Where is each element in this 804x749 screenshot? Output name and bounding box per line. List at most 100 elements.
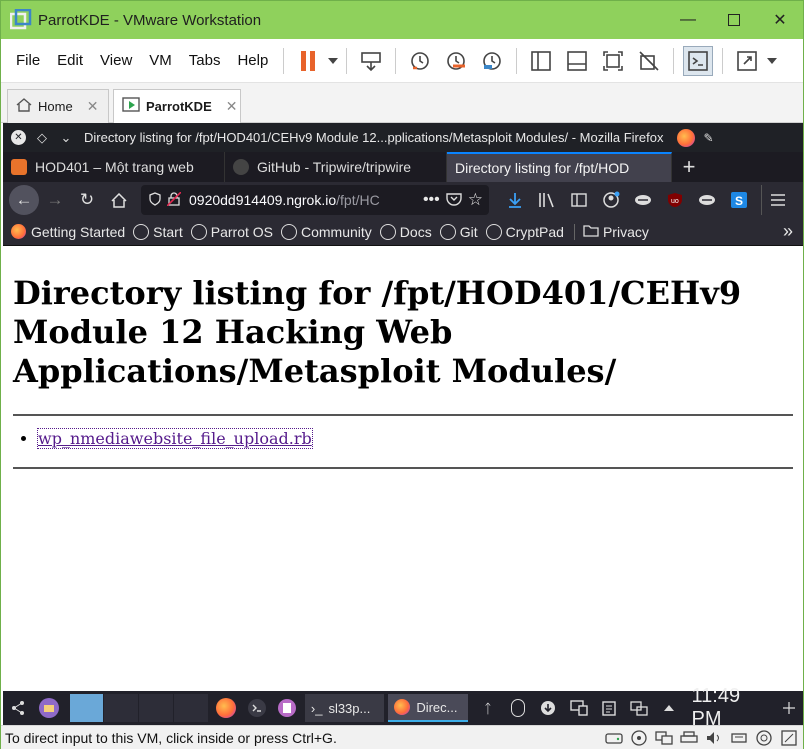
reload-button[interactable]: ↻ <box>71 184 103 216</box>
tab-parrotkde[interactable]: ParrotKDE ✕ <box>113 89 241 123</box>
menu-hamburger-icon[interactable] <box>761 185 793 215</box>
snapshot-revert-icon[interactable] <box>441 46 471 76</box>
xampp-favicon-icon <box>11 159 27 175</box>
new-tab-button[interactable]: + <box>672 152 706 182</box>
display-config-icon[interactable] <box>625 693 653 723</box>
kde-taskbar: ›_ sl33p... Direc... ᛏ 11:49 PM <box>3 685 803 730</box>
downloads-icon[interactable] <box>499 185 531 215</box>
bookmark-cryptpad[interactable]: CryptPad <box>485 223 564 240</box>
globe-icon <box>439 223 456 240</box>
ublock-origin-icon[interactable]: uo <box>659 185 691 215</box>
tab-home-label: Home <box>38 99 73 114</box>
bookmark-docs[interactable]: Docs <box>379 223 432 240</box>
pin-icon[interactable]: ✎ <box>703 131 713 145</box>
dolphin-icon[interactable] <box>35 693 63 723</box>
cd-dvd-icon[interactable] <box>629 729 649 747</box>
snapshot-manager-icon[interactable] <box>477 46 507 76</box>
network-adapter-icon[interactable] <box>654 729 674 747</box>
menu-help[interactable]: Help <box>237 52 268 69</box>
snapshot-take-icon[interactable] <box>405 46 435 76</box>
menu-file[interactable]: File <box>16 52 40 69</box>
home-button[interactable] <box>103 184 135 216</box>
bluetooth-icon[interactable]: ᛏ <box>474 693 502 723</box>
close-icon[interactable]: ✕ <box>11 130 26 145</box>
bookmark-git[interactable]: Git <box>439 223 478 240</box>
bookmark-getting-started[interactable]: Getting Started <box>11 224 125 240</box>
minimize-button[interactable]: — <box>665 1 711 39</box>
tab-directory-listing[interactable]: Directory listing for /fpt/HOD <box>447 152 672 182</box>
console-view-icon[interactable] <box>683 45 714 76</box>
task-terminal[interactable]: ›_ sl33p... <box>304 694 385 722</box>
forward-button[interactable]: → <box>39 184 71 216</box>
firefox-launcher-icon[interactable] <box>212 693 240 723</box>
tracking-protection-shield-icon[interactable] <box>149 191 161 209</box>
unity-mode-icon[interactable] <box>634 46 664 76</box>
hard-disk-icon[interactable] <box>604 729 624 747</box>
close-button[interactable]: ✕ <box>757 1 803 39</box>
extension-parrot-icon[interactable] <box>627 185 659 215</box>
back-button[interactable]: ← <box>9 185 39 215</box>
tab-parrotkde-close-icon[interactable]: ✕ <box>226 98 238 115</box>
message-log-icon[interactable] <box>779 729 799 747</box>
menu-tabs[interactable]: Tabs <box>189 52 221 69</box>
power-dropdown-chevron-icon[interactable] <box>326 46 340 76</box>
send-ctrl-alt-del-icon[interactable] <box>356 46 386 76</box>
chevron-down-icon[interactable]: ⌄ <box>58 130 74 146</box>
page-actions-icon[interactable]: ••• <box>423 191 440 209</box>
menu-vm[interactable]: VM <box>149 52 172 69</box>
tab-github[interactable]: GitHub - Tripwire/tripwire <box>225 152 447 182</box>
menu-view[interactable]: View <box>100 52 132 69</box>
bluetooth-tray-icon[interactable] <box>504 693 532 723</box>
terminal-launcher-icon[interactable] <box>242 693 270 723</box>
virtual-desktop-2[interactable] <box>104 694 139 722</box>
panel-options-icon[interactable] <box>775 693 803 723</box>
menu-edit[interactable]: Edit <box>57 52 83 69</box>
file-link[interactable]: wp_nmediawebsite_file_upload.rb <box>37 428 313 449</box>
printer-icon[interactable] <box>679 729 699 747</box>
network-icon[interactable] <box>565 693 593 723</box>
display-monitor-icon[interactable] <box>754 729 774 747</box>
bookmark-start[interactable]: Start <box>133 223 183 240</box>
virtual-desktop-1[interactable] <box>69 694 104 722</box>
tab-home[interactable]: Home ✕ <box>7 89 109 123</box>
guest-screen[interactable]: ✕ ◇ ⌄ Directory listing for /fpt/HOD401/… <box>3 123 803 691</box>
library-icon[interactable] <box>531 185 563 215</box>
extension-s-icon[interactable]: S <box>723 185 755 215</box>
vmware-menubar: File Edit View VM Tabs Help <box>1 39 803 83</box>
clipboard-icon[interactable] <box>595 693 623 723</box>
tab-hod401[interactable]: HOD401 – Một trang web <box>3 152 225 182</box>
show-library-icon[interactable] <box>526 46 556 76</box>
bookmark-parrot-os-label: Parrot OS <box>210 223 273 240</box>
bookmark-folder-privacy[interactable]: Privacy <box>583 224 649 240</box>
pause-icon[interactable] <box>293 46 323 76</box>
tray-expand-chevron-up-icon[interactable] <box>655 693 683 723</box>
show-thumbnail-bar-icon[interactable] <box>562 46 592 76</box>
keep-above-icon[interactable]: ◇ <box>34 130 50 146</box>
virtual-desktop-4[interactable] <box>174 694 209 722</box>
account-icon[interactable] <box>595 185 627 215</box>
url-bar[interactable]: 0920dd914409.ngrok.io/fpt/HC ••• ☆ <box>141 185 489 215</box>
footer-divider <box>13 467 793 469</box>
application-launcher-icon[interactable] <box>5 693 33 723</box>
firefox-window-title: Directory listing for /fpt/HOD401/CEHv9 … <box>84 130 664 145</box>
stretch-guest-icon[interactable] <box>732 46 762 76</box>
insecure-lock-icon[interactable] <box>166 190 182 209</box>
extension-parrot-2-icon[interactable] <box>691 185 723 215</box>
pocket-icon[interactable] <box>446 192 462 209</box>
tab-home-close-icon[interactable]: ✕ <box>87 98 99 115</box>
usb-controller-icon[interactable] <box>729 729 749 747</box>
task-firefox[interactable]: Direc... <box>388 694 468 722</box>
virtual-desktop-3[interactable] <box>139 694 174 722</box>
bookmark-git-label: Git <box>459 223 478 240</box>
text-editor-launcher-icon[interactable] <box>273 693 301 723</box>
sound-card-icon[interactable] <box>704 729 724 747</box>
full-screen-icon[interactable] <box>598 46 628 76</box>
maximize-button[interactable] <box>711 1 757 39</box>
updates-icon[interactable] <box>534 693 562 723</box>
stretch-dropdown-chevron-icon[interactable] <box>765 46 779 76</box>
more-bookmarks-chevron-icon[interactable]: » <box>783 221 793 242</box>
bookmark-parrot-os[interactable]: Parrot OS <box>190 223 273 240</box>
bookmark-star-icon[interactable]: ☆ <box>468 190 483 210</box>
bookmark-community[interactable]: Community <box>281 223 372 240</box>
sidebar-icon[interactable] <box>563 185 595 215</box>
